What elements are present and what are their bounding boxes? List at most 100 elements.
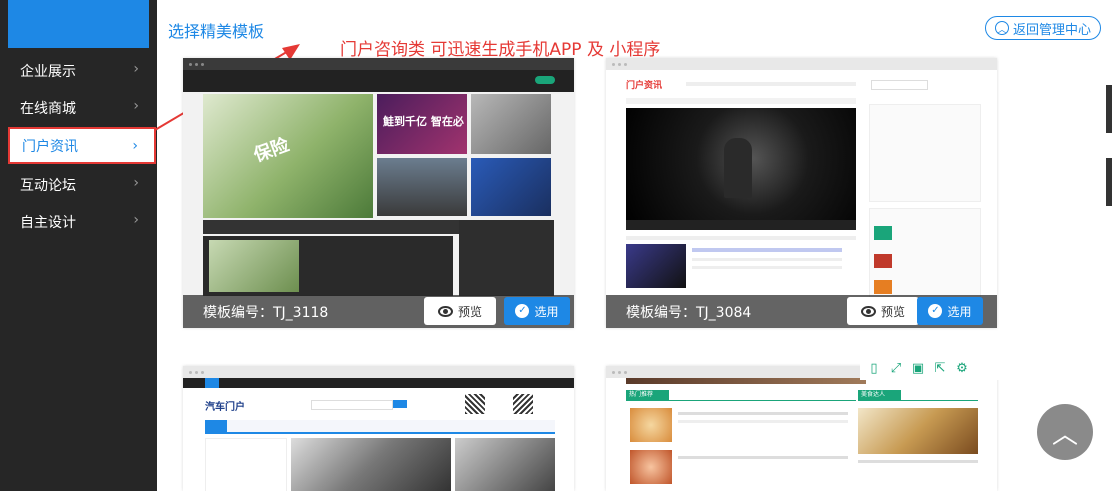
use-button[interactable]: ✓ 选用 xyxy=(917,297,983,325)
mock-text-line xyxy=(678,456,848,459)
mock-image xyxy=(626,244,686,288)
browser-bar xyxy=(183,58,574,70)
mock-search-button xyxy=(393,400,407,408)
preview-button[interactable]: 预览 xyxy=(847,297,919,325)
chevron-right-icon: › xyxy=(133,61,139,77)
template-card[interactable]: 门户资讯 模板编号：TJ_3084 预览 ✓ 选用 xyxy=(606,58,997,328)
back-to-admin-button[interactable]: ︿ 返回管理中心 xyxy=(985,16,1101,40)
mock-tabs xyxy=(626,236,856,240)
mock-logo: 汽车门户 xyxy=(205,402,245,413)
mock-image xyxy=(209,240,299,292)
mock-nav xyxy=(205,420,555,434)
mock-image xyxy=(630,450,672,484)
back-label: 返回管理中心 xyxy=(1012,22,1091,38)
sidebar-item-label: 门户资讯 xyxy=(22,138,78,155)
sidebar-item-shop[interactable]: 在线商城 › xyxy=(0,89,157,126)
mock-search xyxy=(311,400,393,410)
mock-divider xyxy=(626,400,856,401)
sidebar-item-custom[interactable]: 自主设计 › xyxy=(0,203,157,240)
right-edge-tab[interactable] xyxy=(1106,85,1112,133)
mock-text-line xyxy=(678,412,848,415)
use-button[interactable]: ✓ 选用 xyxy=(504,297,570,325)
share-icon[interactable]: ⇱ xyxy=(932,360,948,376)
template-card[interactable]: 热门推荐 美食达人 xyxy=(606,366,997,491)
page-title: 选择精美模板 xyxy=(168,22,265,41)
mock-topbar-accent xyxy=(205,378,219,388)
check-icon: ✓ xyxy=(515,304,530,318)
mock-list xyxy=(205,438,287,491)
sidebar-item-enterprise[interactable]: 企业展示 › xyxy=(0,52,157,89)
mock-banner xyxy=(291,438,451,491)
chevron-right-icon: › xyxy=(133,175,139,191)
mock-qrcode xyxy=(465,394,485,414)
mock-text-line xyxy=(692,258,842,261)
mock-person xyxy=(724,138,752,198)
template-card[interactable]: 保险 鮭到千亿 智在必 模板编号：TJ_3118 预览 ✓ 选用 xyxy=(183,58,574,328)
mock-topbar xyxy=(183,378,574,388)
mock-image xyxy=(455,438,555,491)
eye-icon xyxy=(437,305,453,317)
mock-text-line xyxy=(692,266,842,269)
mock-sidebar-list xyxy=(459,220,554,296)
mock-promo-text: 鮭到千亿 智在必 xyxy=(383,115,464,128)
chevron-right-icon: › xyxy=(133,212,139,228)
mock-logo: 门户资讯 xyxy=(626,81,663,91)
mobile-icon[interactable]: ▯ xyxy=(866,360,882,376)
preview-label: 预览 xyxy=(880,304,905,319)
fullscreen-icon[interactable]: ⤢ xyxy=(888,360,904,376)
template-toolbar: ▯ ⤢ ▣ ⇱ ⚙ xyxy=(860,356,1000,380)
logo-area xyxy=(8,0,149,48)
eye-icon xyxy=(860,305,876,317)
mock-section-title: 热门推荐 xyxy=(626,390,669,400)
preview-label: 预览 xyxy=(457,304,482,319)
mock-text-line xyxy=(678,420,848,423)
annotation-text: 门户咨询类 可迅速生成手机APP 及 小程序 xyxy=(340,40,661,60)
mock-image-strip xyxy=(626,378,866,384)
scroll-to-top-button[interactable]: ︿ xyxy=(1037,404,1093,460)
mock-image xyxy=(874,226,892,240)
template-code: 模板编号：TJ_3118 xyxy=(203,305,329,321)
save-icon[interactable]: ▣ xyxy=(910,360,926,376)
mock-text-line xyxy=(692,248,842,252)
settings-icon[interactable]: ⚙ xyxy=(954,360,970,376)
chevron-right-icon: › xyxy=(132,138,138,154)
sidebar-item-label: 自主设计 xyxy=(20,214,76,231)
mock-image xyxy=(630,408,672,442)
sidebar-item-label: 在线商城 xyxy=(20,100,76,117)
sidebar-item-label: 互动论坛 xyxy=(20,177,76,194)
mock-search xyxy=(871,80,928,90)
mock-nav-button xyxy=(535,76,555,84)
card-footer: 模板编号：TJ_3084 预览 ✓ 选用 xyxy=(606,295,997,328)
use-label: 选用 xyxy=(947,304,972,319)
card-footer: 模板编号：TJ_3118 预览 ✓ 选用 xyxy=(183,295,574,328)
chevron-right-icon: › xyxy=(133,98,139,114)
mock-image xyxy=(874,280,892,294)
mock-image xyxy=(377,158,467,216)
mock-section-title: 美食达人 xyxy=(858,390,901,400)
mock-ticker xyxy=(626,98,856,104)
template-code: 模板编号：TJ_3084 xyxy=(626,305,752,321)
chevron-up-icon: ︿ xyxy=(1051,419,1078,450)
sidebar-item-portal[interactable]: 门户资讯 › xyxy=(8,127,156,164)
preview-button[interactable]: 预览 xyxy=(424,297,496,325)
mock-nav xyxy=(183,70,574,92)
mock-image xyxy=(874,254,892,268)
mock-image xyxy=(471,158,551,216)
mock-text-line xyxy=(858,460,978,463)
mock-caption xyxy=(626,220,856,230)
check-icon: ✓ xyxy=(928,304,943,318)
use-label: 选用 xyxy=(534,304,559,319)
right-edge-tab[interactable] xyxy=(1106,158,1112,206)
mock-nav xyxy=(686,82,856,86)
mock-divider xyxy=(858,400,978,401)
sidebar: 企业展示 › 在线商城 › 门户资讯 › 互动论坛 › 自主设计 › xyxy=(0,0,157,491)
sidebar-item-label: 企业展示 xyxy=(20,63,76,80)
browser-bar xyxy=(606,58,997,70)
mock-image xyxy=(858,408,978,454)
mock-qrcode xyxy=(513,394,533,414)
sidebar-item-forum[interactable]: 互动论坛 › xyxy=(0,166,157,203)
mock-image xyxy=(471,94,551,154)
mock-nav-active xyxy=(205,420,227,432)
template-card[interactable]: 汽车门户 xyxy=(183,366,574,491)
browser-bar xyxy=(183,366,574,378)
